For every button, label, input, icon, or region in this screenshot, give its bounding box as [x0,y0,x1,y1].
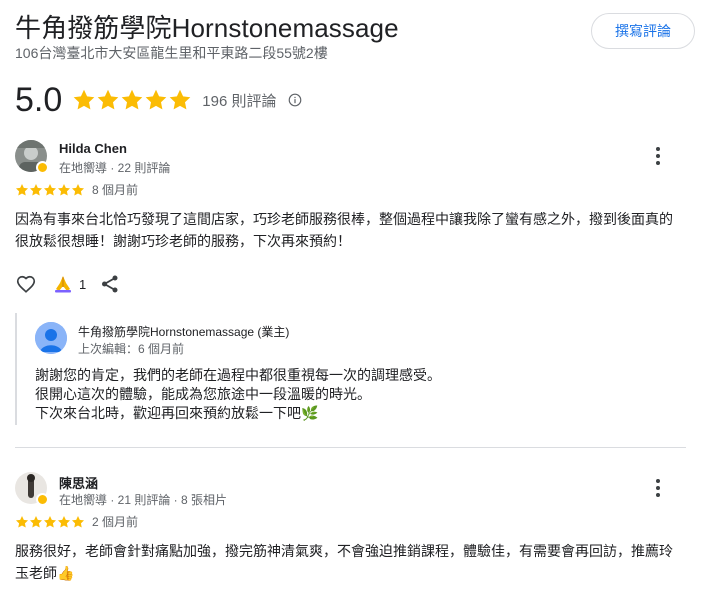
star-icon [43,183,57,195]
place-header: 牛角撥筋學院Hornstonemassage [15,8,399,45]
star-icon [29,515,43,527]
star-icon [71,183,85,195]
reaction-count: 1 [79,276,87,292]
owner-reply-meta: 上次編輯：6 個月前 [78,342,185,356]
review-stars: 2 個月前 [15,513,138,530]
reviewer-meta[interactable]: 在地嚮導 · 22 則評論 [59,159,170,176]
reviewer-name[interactable]: 陳思涵 [59,473,98,492]
review-actions: 1 [15,273,120,295]
pray-hands-icon [55,276,71,293]
overall-rating: 5.0 196 則評論 [15,80,302,120]
place-address: 106台灣臺北市大安區龍生里和平東路二段55號2樓 [15,45,328,61]
star-icon [43,515,57,527]
rating-score: 5.0 [15,80,63,119]
star-icon [57,183,71,195]
rating-stars [72,88,192,112]
share-button[interactable] [100,274,120,294]
review-stars: 8 個月前 [15,181,138,198]
star-icon [145,89,167,110]
share-icon [102,275,118,293]
reaction-button[interactable]: 1 [53,274,86,294]
owner-reply-text: 謝謝您的肯定，我們的老師在過程中都很重視每一次的調理感受。 很開心這次的體驗，能… [35,366,441,423]
review-count[interactable]: 196 則評論 [202,90,276,111]
review-date: 8 個月前 [92,183,139,197]
local-guide-badge [36,493,49,506]
review-text: 因為有事來台北恰巧發現了這間店家，巧珍老師服務很棒，整個過程中讓我除了蠻有感之外… [15,211,673,249]
star-icon [15,183,29,195]
review-card: 陳思涵 在地嚮導 · 21 則評論 · 8 張相片 2 個月前 服務很好，老師會… [15,472,695,595]
owner-name: 牛角撥筋學院Hornstonemassage (業主) [78,325,290,339]
star-icon [97,89,119,110]
owner-reply: 牛角撥筋學院Hornstonemassage (業主) 上次編輯：6 個月前 謝… [15,313,685,425]
info-icon[interactable] [288,93,302,107]
review-date: 2 個月前 [92,515,139,529]
star-icon [121,89,143,110]
like-button[interactable] [15,273,37,295]
owner-reply-line: 下次來台北時，歡迎再回來預約放鬆一下吧🌿 [35,405,319,421]
reviewer-name[interactable]: Hilda Chen [59,141,127,156]
review-card: Hilda Chen 在地嚮導 · 22 則評論 8 個月前 因為有事來台北恰巧… [15,140,695,440]
owner-avatar[interactable] [35,322,67,354]
write-review-button[interactable]: 撰寫評論 [591,13,695,49]
place-title: 牛角撥筋學院Hornstonemassage [15,13,399,43]
star-icon [169,89,191,110]
more-options-button[interactable] [649,144,667,168]
star-icon [15,515,29,527]
star-icon [29,183,43,195]
divider [15,447,686,448]
owner-reply-line: 謝謝您的肯定，我們的老師在過程中都很重視每一次的調理感受。 [35,367,441,383]
heart-icon [16,275,36,293]
star-icon [71,515,85,527]
more-options-button[interactable] [649,476,667,500]
owner-reply-line: 很開心這次的體驗，能成為您旅途中一段溫暖的時光。 [35,386,371,402]
local-guide-badge [36,161,49,174]
star-icon [73,89,95,110]
reviewer-meta[interactable]: 在地嚮導 · 21 則評論 · 8 張相片 [59,491,227,508]
review-text: 服務很好，老師會針對痛點加強，撥完筋神清氣爽，不會強迫推銷課程，體驗佳，有需要會… [15,543,673,581]
star-icon [57,515,71,527]
